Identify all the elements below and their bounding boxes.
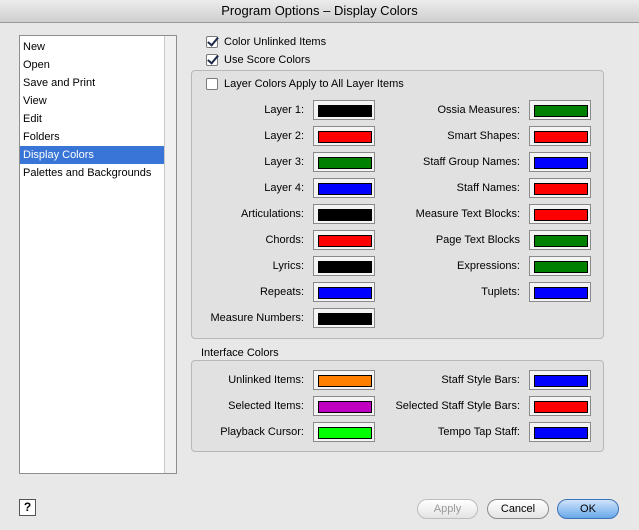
tempo-tap-staff-color-swatch	[534, 427, 588, 439]
tempo-tap-staff-color-well[interactable]	[529, 422, 591, 442]
smart-shapes-label: Smart Shapes:	[447, 130, 520, 142]
tempo-tap-staff-label: Tempo Tap Staff:	[437, 426, 520, 438]
expressions-color-well[interactable]	[529, 256, 591, 276]
chords-label: Chords:	[265, 234, 304, 246]
use-score-colors-checkbox[interactable]	[206, 54, 218, 66]
ossia-measures-color-swatch	[534, 105, 588, 117]
measure-text-blocks-color-swatch	[534, 209, 588, 221]
color-unlinked-checkbox[interactable]	[206, 36, 218, 48]
staff-style-bars-color-swatch	[534, 375, 588, 387]
selected-staff-style-bars-color-well[interactable]	[529, 396, 591, 416]
staff-group-names-color-well[interactable]	[529, 152, 591, 172]
expressions-label: Expressions:	[457, 260, 520, 272]
selected-staff-style-bars-label: Selected Staff Style Bars:	[395, 400, 520, 412]
color-unlinked-label: Color Unlinked Items	[224, 36, 327, 48]
tuplets-label: Tuplets:	[481, 286, 520, 298]
ok-button[interactable]: OK	[557, 499, 619, 519]
staff-names-label: Staff Names:	[456, 182, 520, 194]
selected-items-label: Selected Items:	[228, 400, 304, 412]
sidebar-item-new[interactable]: New	[20, 38, 166, 56]
apply-button[interactable]: Apply	[417, 499, 478, 519]
ossia-measures-color-well[interactable]	[529, 100, 591, 120]
repeats-label: Repeats:	[259, 286, 304, 298]
page-text-blocks-color-well[interactable]	[529, 230, 591, 250]
measure-text-blocks-label: Measure Text Blocks:	[415, 208, 520, 220]
layer-2-label: Layer 2:	[264, 130, 304, 142]
measure-numbers-label: Measure Numbers:	[210, 312, 304, 324]
use-score-colors-label: Use Score Colors	[224, 54, 311, 66]
measure-text-blocks-color-well[interactable]	[529, 204, 591, 224]
playback-cursor-label: Playback Cursor:	[220, 426, 304, 438]
tuplets-color-well[interactable]	[529, 282, 591, 302]
sidebar-item-open[interactable]: Open	[20, 56, 166, 74]
unlinked-items-label: Unlinked Items:	[228, 374, 304, 386]
window-title: Program Options – Display Colors	[0, 0, 639, 23]
smart-shapes-color-well[interactable]	[529, 126, 591, 146]
staff-group-names-label: Staff Group Names:	[422, 156, 520, 168]
layer-4-label: Layer 4:	[264, 182, 304, 194]
expressions-color-swatch	[534, 261, 588, 273]
ossia-measures-label: Ossia Measures:	[437, 104, 520, 116]
staff-style-bars-color-well[interactable]	[529, 370, 591, 390]
layer-colors-apply-all-checkbox[interactable]	[206, 78, 218, 90]
staff-names-color-swatch	[534, 183, 588, 195]
staff-names-color-well[interactable]	[529, 178, 591, 198]
layer-3-label: Layer 3:	[264, 156, 304, 168]
sidebar-item-save-and-print[interactable]: Save and Print	[20, 74, 166, 92]
measure-numbers-color-well[interactable]	[313, 308, 375, 328]
smart-shapes-color-swatch	[534, 131, 588, 143]
staff-style-bars-label: Staff Style Bars:	[441, 374, 520, 386]
lyrics-label: Lyrics:	[272, 260, 304, 272]
page-text-blocks-color-swatch	[534, 235, 588, 247]
selected-staff-style-bars-color-swatch	[534, 401, 588, 413]
interface-colors-title: Interface Colors	[201, 347, 279, 359]
tuplets-color-swatch	[534, 287, 588, 299]
articulations-label: Articulations:	[241, 208, 304, 220]
measure-numbers-color-swatch	[318, 313, 372, 325]
cancel-button[interactable]: Cancel	[487, 499, 549, 519]
help-button[interactable]: ?	[19, 499, 36, 516]
layer-1-label: Layer 1:	[264, 104, 304, 116]
layer-colors-apply-all-label: Layer Colors Apply to All Layer Items	[224, 78, 404, 90]
page-text-blocks-label: Page Text Blocks	[435, 234, 520, 246]
staff-group-names-color-swatch	[534, 157, 588, 169]
